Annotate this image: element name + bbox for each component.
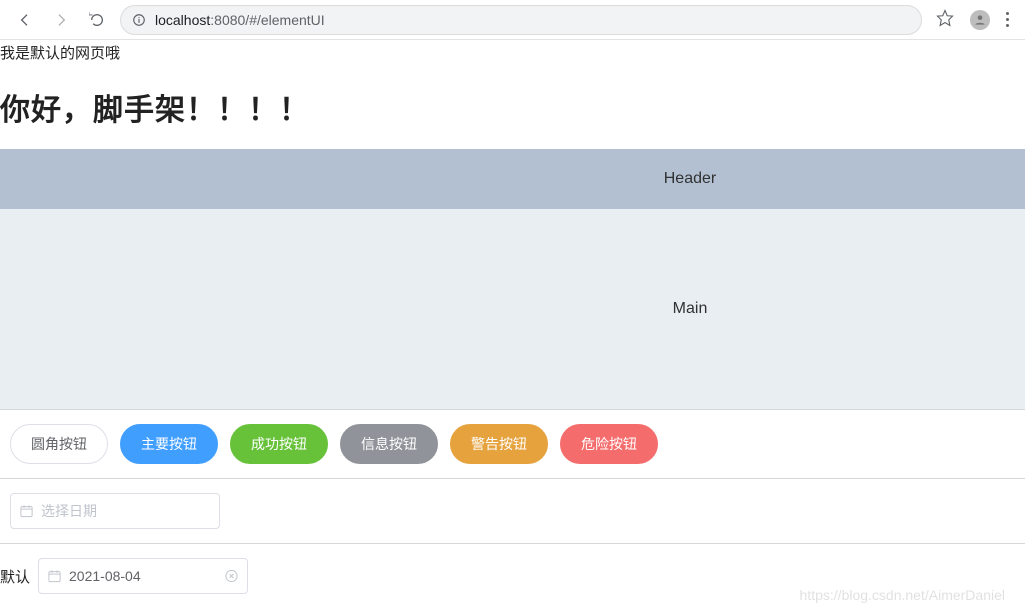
danger-button[interactable]: 危险按钮 (560, 424, 658, 464)
toolbar-right (930, 9, 1015, 30)
date-input-filled[interactable] (69, 568, 217, 584)
calendar-icon (47, 569, 62, 584)
default-page-text: 我是默认的网页哦 (0, 40, 1025, 67)
url-host: localhost (155, 12, 210, 28)
page-content: 我是默认的网页哦 你好，脚手架！！！！ Header Main 圆角按钮 主要按… (0, 40, 1025, 614)
round-button[interactable]: 圆角按钮 (10, 424, 108, 464)
kebab-menu-icon[interactable] (1006, 12, 1009, 27)
success-button[interactable]: 成功按钮 (230, 424, 328, 464)
profile-avatar-icon[interactable] (970, 10, 990, 30)
bookmark-icon[interactable] (936, 9, 954, 30)
browser-toolbar: localhost:8080/#/elementUI (0, 0, 1025, 40)
primary-button[interactable]: 主要按钮 (120, 424, 218, 464)
date-input-empty[interactable] (41, 503, 189, 519)
info-button[interactable]: 信息按钮 (340, 424, 438, 464)
el-container: Header Main (0, 149, 1025, 409)
url-text: localhost:8080/#/elementUI (155, 12, 325, 28)
el-header: Header (0, 149, 1025, 209)
el-main: Main (0, 209, 1025, 409)
layout-scroll[interactable]: Header Main (0, 149, 1025, 409)
clear-icon[interactable] (224, 569, 239, 584)
date-picker-row-1 (0, 479, 1025, 544)
date-picker-row-2: 默认 (0, 544, 1025, 614)
date-label: 默认 (0, 566, 30, 587)
url-rest: :8080/#/elementUI (210, 12, 324, 28)
calendar-icon (19, 504, 34, 519)
reload-button[interactable] (88, 11, 106, 29)
nav-buttons (10, 11, 112, 29)
date-picker-empty[interactable] (10, 493, 220, 529)
button-row: 圆角按钮 主要按钮 成功按钮 信息按钮 警告按钮 危险按钮 (0, 410, 1025, 479)
warning-button[interactable]: 警告按钮 (450, 424, 548, 464)
address-bar[interactable]: localhost:8080/#/elementUI (120, 5, 922, 35)
site-info-icon[interactable] (131, 12, 147, 28)
forward-button[interactable] (52, 11, 70, 29)
page-title: 你好，脚手架！！！！ (0, 67, 1025, 149)
back-button[interactable] (16, 11, 34, 29)
date-picker-filled[interactable] (38, 558, 248, 594)
